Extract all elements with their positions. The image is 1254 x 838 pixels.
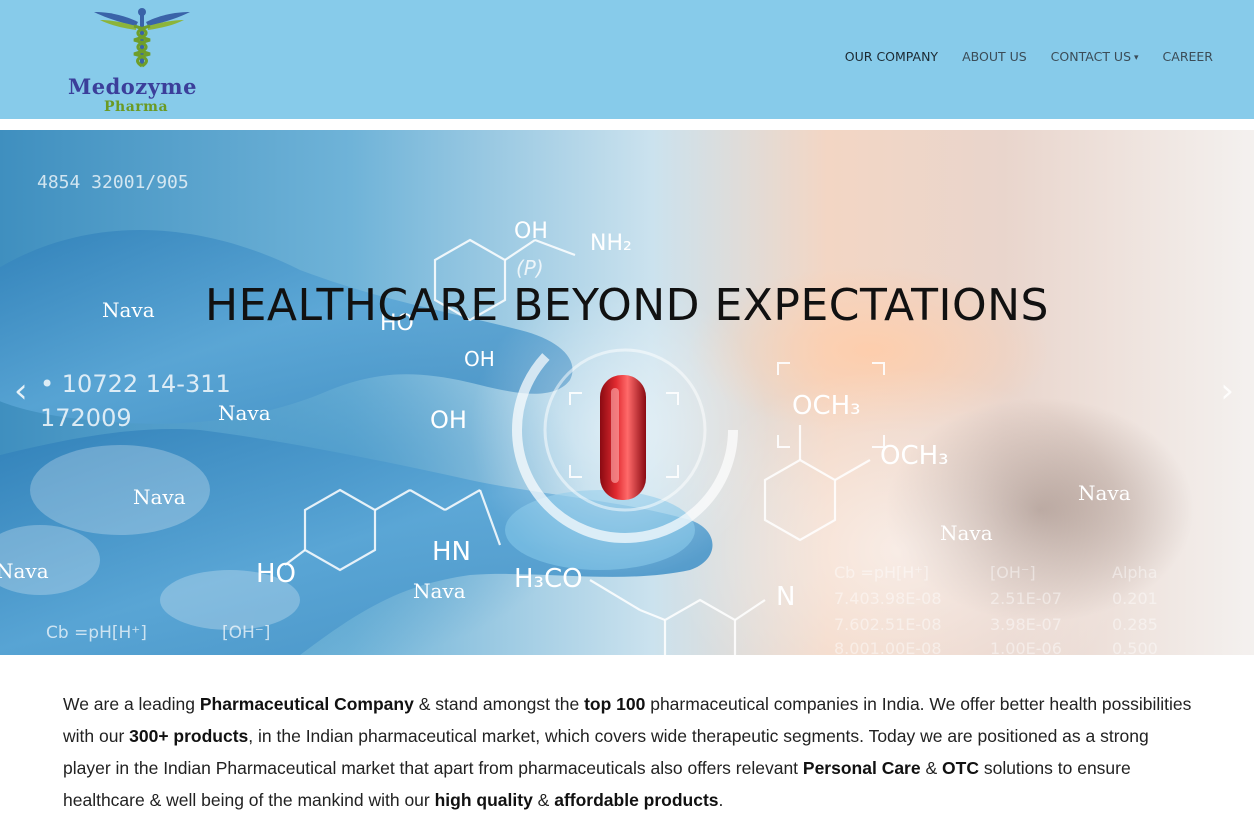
intro-text-2: & stand amongst the <box>413 694 585 714</box>
hero-oh-3: OH <box>430 406 467 434</box>
hero-oh-1: OH <box>514 219 548 244</box>
hero-nava-3: Nava <box>133 485 186 509</box>
hero-cb-2: Cb =pH[H⁺] <box>834 563 929 582</box>
hero-oh-2: OH <box>464 347 495 371</box>
nav-contact-us[interactable]: CONTACT US ▾ <box>1051 49 1139 64</box>
hero-num-2: 172009 <box>40 404 132 432</box>
intro-text-5: & <box>920 758 943 778</box>
hero-t7: 8.001.00E-08 <box>834 639 942 655</box>
intro-bold-otc: OTC <box>942 758 979 778</box>
hero-t3: 0.201 <box>1112 589 1158 608</box>
intro-bold-300-products: 300+ products <box>129 726 249 746</box>
hero-ohm-1: [OH⁻] <box>222 623 270 643</box>
hero-alpha: Alpha <box>1112 563 1158 582</box>
hero-code-top: 4854 32001/905 <box>37 172 189 193</box>
hero-ohm-2: [OH⁻] <box>990 563 1036 582</box>
company-intro: We are a leading Pharmaceutical Company … <box>63 688 1198 816</box>
chevron-left-icon[interactable]: ‹ <box>14 374 28 408</box>
main-nav: OUR COMPANY ABOUT US CONTACT US ▾ CAREER <box>845 49 1213 64</box>
hero-n: N <box>776 582 795 612</box>
hero-cb-1: Cb =pH[H⁺] <box>46 623 147 643</box>
hero-nava-7: Nava <box>940 521 993 545</box>
hero-nava-2: Nava <box>218 401 271 425</box>
hero-p: (P) <box>516 256 544 280</box>
chevron-right-icon[interactable]: › <box>1220 374 1234 408</box>
hero-nava-4: Nava <box>0 559 49 583</box>
hero-h3co: H₃CO <box>514 564 583 594</box>
hero-och3-2: OCH₃ <box>880 441 949 471</box>
hero-t4: 7.602.51E-08 <box>834 615 942 634</box>
nav-about-us[interactable]: ABOUT US <box>962 49 1027 64</box>
intro-text-1: We are a leading <box>63 694 200 714</box>
caduceus-logo-icon <box>94 8 190 68</box>
site-logo[interactable]: Medozyme Pharma <box>66 8 226 115</box>
hero-image: 4854 32001/905 Nava • 10722 14-311 17200… <box>0 172 1158 655</box>
brand-name: Medozyme <box>68 74 198 99</box>
hero-nh2: NH₂ <box>590 231 632 256</box>
intro-bold-high-quality: high quality <box>434 790 533 810</box>
hero-slider: 4854 32001/905 Nava • 10722 14-311 17200… <box>0 130 1254 655</box>
hero-t5: 3.98E-07 <box>990 615 1062 634</box>
hero-t8: 1.00E-06 <box>990 639 1062 655</box>
hero-heading: HEALTHCARE BEYOND EXPECTATIONS <box>205 280 1049 331</box>
hero-nava-6: Nava <box>1078 481 1131 505</box>
hero-t9: 0.500 <box>1112 639 1158 655</box>
intro-text-8: . <box>718 790 724 810</box>
hero-och3-1: OCH₃ <box>792 391 861 421</box>
nav-career[interactable]: CAREER <box>1163 49 1213 64</box>
hero-hn: HN <box>432 537 471 567</box>
intro-bold-affordable-products: affordable products <box>554 790 719 810</box>
intro-text-7: & <box>532 790 555 810</box>
hero-ho-2: HO <box>256 559 296 589</box>
hero-num-1: • 10722 14-311 <box>40 370 231 398</box>
hero-nava-5: Nava <box>413 579 466 603</box>
hero-t1: 7.403.98E-08 <box>834 589 942 608</box>
nav-our-company[interactable]: OUR COMPANY <box>845 49 938 64</box>
hero-t6: 0.285 <box>1112 615 1158 634</box>
brand-subtitle: Pharma <box>104 99 169 115</box>
nav-contact-us-label: CONTACT US <box>1050 49 1132 64</box>
intro-bold-pharma-company: Pharmaceutical Company <box>199 694 414 714</box>
caret-down-icon: ▾ <box>1134 53 1139 63</box>
site-header: Medozyme Pharma OUR COMPANY ABOUT US CON… <box>0 0 1254 119</box>
intro-bold-personal-care: Personal Care <box>802 758 921 778</box>
hero-t2: 2.51E-07 <box>990 589 1062 608</box>
intro-bold-top-100: top 100 <box>584 694 646 714</box>
